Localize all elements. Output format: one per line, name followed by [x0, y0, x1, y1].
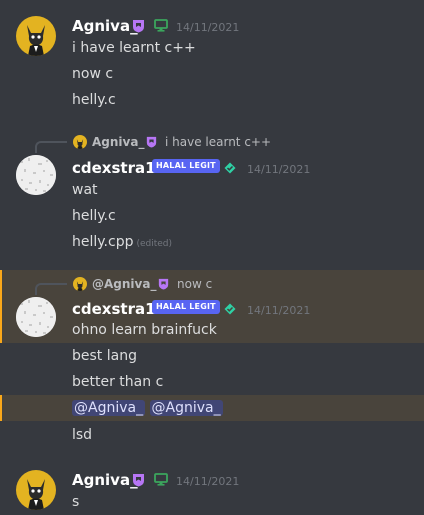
- reply-preview[interactable]: i have learnt c++: [165, 135, 271, 149]
- reply-author[interactable]: @Agniva_: [92, 277, 156, 291]
- subscriber-shield-icon: [158, 278, 169, 290]
- message-text: s: [72, 494, 80, 510]
- user-mention[interactable]: @Agniva_: [72, 400, 146, 416]
- message-text: better than c: [72, 374, 164, 390]
- user-tag-badge: HALAL LEGIT: [152, 300, 220, 314]
- mention-bar: [0, 395, 2, 421]
- message-body: helly.cpp: [72, 234, 134, 250]
- reply-connector: [35, 141, 67, 153]
- subscriber-shield-icon[interactable]: [132, 19, 145, 33]
- message-text: wat: [72, 182, 98, 198]
- timestamp: 14/11/2021: [176, 475, 240, 488]
- mention-bar: [0, 270, 2, 343]
- subscriber-shield-icon[interactable]: [132, 473, 145, 487]
- noise-avatar-icon: [16, 155, 56, 195]
- cat-avatar-icon: [27, 479, 45, 510]
- user-tag-badge: HALAL LEGIT: [152, 159, 220, 173]
- message-text: helly.c: [72, 92, 116, 108]
- timestamp: 14/11/2021: [247, 163, 311, 176]
- desktop-monitor-icon: [154, 19, 168, 32]
- user-mention[interactable]: @Agniva_: [149, 400, 223, 416]
- message-text: lsd: [72, 427, 93, 443]
- message-text: @Agniva_ @Agniva_: [72, 400, 223, 416]
- username[interactable]: Agniva_: [72, 17, 138, 35]
- verified-check-icon: [224, 303, 236, 315]
- avatar[interactable]: [16, 470, 56, 510]
- cat-avatar-icon: [76, 139, 84, 149]
- timestamp: 14/11/2021: [176, 21, 240, 34]
- timestamp: 14/11/2021: [247, 304, 311, 317]
- message-text: i have learnt c++: [72, 40, 196, 56]
- reply-avatar[interactable]: [73, 277, 87, 291]
- verified-check-icon: [224, 162, 236, 174]
- message-text: ohno learn brainfuck: [72, 322, 217, 338]
- message-text: helly.cpp (edited): [72, 234, 172, 250]
- message-text: best lang: [72, 348, 137, 364]
- message-text: helly.c: [72, 208, 116, 224]
- subscriber-shield-icon: [146, 136, 157, 148]
- avatar[interactable]: [16, 155, 56, 195]
- edited-label: (edited): [136, 239, 173, 249]
- message-text: now c: [72, 66, 114, 82]
- reply-preview[interactable]: now c: [177, 277, 212, 291]
- cat-avatar-icon: [27, 25, 45, 56]
- noise-avatar-icon: [16, 297, 56, 337]
- reply-connector: [35, 283, 67, 295]
- reply-author[interactable]: Agniva_: [92, 135, 144, 149]
- desktop-monitor-icon: [154, 473, 168, 486]
- username[interactable]: Agniva_: [72, 471, 138, 489]
- avatar[interactable]: [16, 16, 56, 56]
- avatar[interactable]: [16, 297, 56, 337]
- reply-avatar[interactable]: [73, 135, 87, 149]
